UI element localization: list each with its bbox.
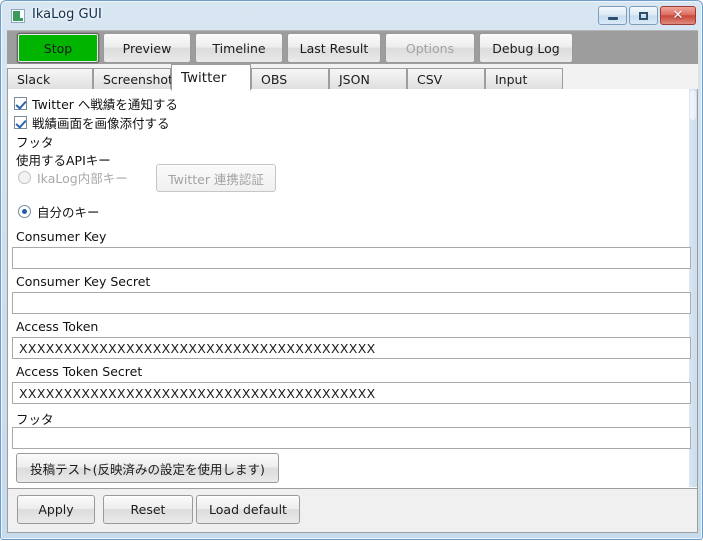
tab-csv[interactable]: CSV: [407, 68, 485, 91]
tab-label: JSON: [339, 72, 370, 87]
twitter-settings-panel: Twitter へ戦績を通知する 戦績画面を画像添付する フッタ 使用するAPIキー I…: [7, 89, 698, 489]
bottom-button-apply[interactable]: Apply: [17, 495, 95, 524]
toolbar-button-timeline[interactable]: Timeline: [195, 33, 283, 63]
field-label-2: Access Token: [16, 319, 99, 334]
field-label-1: Consumer Key Secret: [16, 274, 151, 289]
tab-twitter[interactable]: Twitter: [171, 64, 251, 91]
tab-screenshot[interactable]: Screenshot: [93, 68, 173, 91]
field-input-1[interactable]: [12, 292, 691, 314]
api-key-section-label: 使用するAPIキー: [16, 153, 111, 168]
bottom-button-reset[interactable]: Reset: [103, 495, 193, 524]
maximize-icon: [630, 7, 657, 24]
tab-obs[interactable]: OBS: [251, 68, 329, 91]
toolbar-button-label: Last Result: [299, 40, 369, 56]
checkbox-row-0[interactable]: Twitter へ戦績を通知する: [14, 94, 178, 113]
toolbar-button-label: Timeline: [212, 40, 266, 56]
minimize-button[interactable]: [598, 6, 627, 25]
application-window: IkaLog GUI ✕ Stop Preview Timeline Last Res…: [0, 0, 703, 540]
twitter-auth-button-label: Twitter 連携認証: [168, 171, 264, 187]
tab-slack[interactable]: Slack: [7, 68, 93, 91]
field-label-0: Consumer Key: [16, 229, 107, 244]
toolbar-button-last-result[interactable]: Last Result: [287, 33, 381, 63]
bottom-button-load-default[interactable]: Load default: [196, 495, 300, 524]
bottom-button-bar: Apply Reset Load default: [7, 489, 698, 533]
checkbox-label: Twitter へ戦績を通知する: [32, 97, 178, 112]
tab-label: CSV: [417, 72, 443, 87]
toolbar-button-stop[interactable]: Stop: [17, 33, 99, 63]
tab-label: Input: [495, 72, 528, 87]
toolbar-button-label: Debug Log: [492, 40, 560, 56]
main-toolbar: Stop Preview Timeline Last Result Options Deb…: [7, 30, 698, 64]
twitter-auth-button: Twitter 連携認証: [156, 164, 276, 192]
toolbar-button-debug-log[interactable]: Debug Log: [479, 33, 573, 63]
close-icon: ✕: [672, 8, 684, 23]
checkbox-icon[interactable]: [14, 97, 27, 110]
test-post-button-label: 投稿テスト(反映済みの設定を使用します): [30, 461, 265, 477]
field-input-4[interactable]: [12, 427, 691, 449]
tab-label: Twitter: [181, 69, 227, 86]
bottom-button-label: Load default: [209, 502, 287, 517]
toolbar-button-label: Stop: [43, 40, 73, 56]
radio-label: IkaLog内部キー: [37, 171, 128, 186]
radio-label: 自分のキー: [37, 205, 100, 220]
window-title: IkaLog GUI: [32, 7, 102, 22]
minimize-icon: [599, 7, 626, 24]
checkbox-row-1[interactable]: 戦績画面を画像添付する: [14, 113, 170, 132]
field-label-4: フッタ: [16, 412, 54, 427]
toolbar-button-label: Preview: [122, 40, 172, 56]
maximize-button[interactable]: [629, 6, 658, 25]
tab-label: Slack: [17, 72, 51, 87]
test-post-button[interactable]: 投稿テスト(反映済みの設定を使用します): [16, 453, 279, 483]
field-label-3: Access Token Secret: [16, 364, 143, 379]
field-input-0[interactable]: [12, 247, 691, 269]
scrollbar-thumb[interactable]: [690, 90, 696, 120]
checkbox-icon[interactable]: [14, 116, 27, 129]
toolbar-button-options: Options: [385, 33, 475, 63]
radio-row-1[interactable]: 自分のキー: [18, 202, 100, 221]
toolbar-button-label: Options: [405, 40, 455, 56]
radio-row-0: IkaLog内部キー: [18, 168, 128, 187]
toolbar-button-preview[interactable]: Preview: [103, 33, 191, 63]
app-icon: [11, 9, 25, 23]
checkbox-label: 戦績画面を画像添付する: [32, 116, 170, 131]
bottom-button-label: Apply: [38, 502, 74, 517]
radio-icon[interactable]: [18, 205, 31, 218]
tab-bar: Slack Screenshot Twitter OBS JSON CSV Input: [7, 64, 698, 91]
tab-label: OBS: [261, 72, 288, 87]
close-button[interactable]: ✕: [660, 6, 696, 25]
radio-icon: [18, 171, 31, 184]
field-input-3[interactable]: XXXXXXXXXXXXXXXXXXXXXXXXXXXXXXXXXXXXXXXX: [12, 382, 691, 404]
bottom-button-label: Reset: [130, 502, 166, 517]
title-bar: IkaLog GUI ✕: [1, 1, 703, 30]
footer-label-top: フッタ: [16, 135, 54, 150]
field-input-2[interactable]: XXXXXXXXXXXXXXXXXXXXXXXXXXXXXXXXXXXXXXXX: [12, 337, 691, 359]
tab-label: Screenshot: [103, 72, 173, 87]
tab-json[interactable]: JSON: [329, 68, 407, 91]
tab-input[interactable]: Input: [485, 68, 563, 91]
